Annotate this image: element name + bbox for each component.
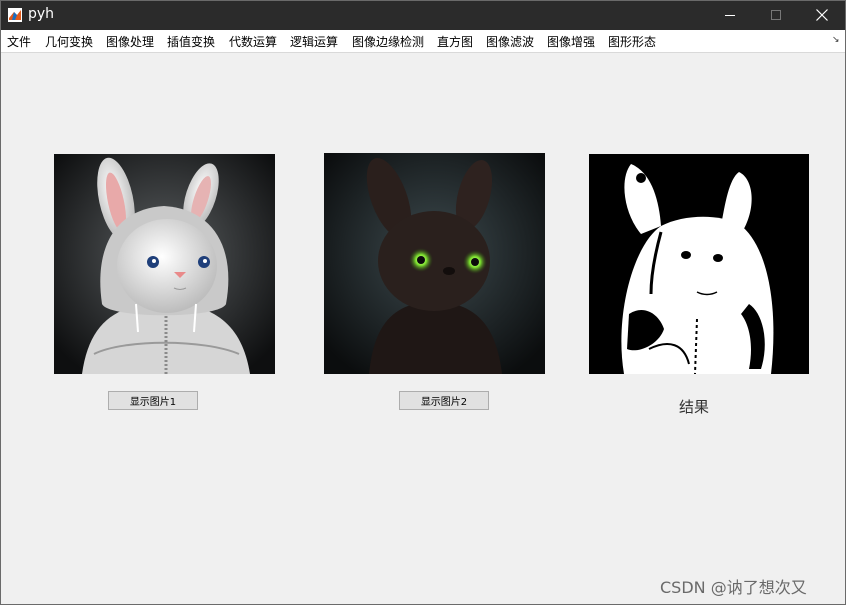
result-label: 结果 (678, 398, 709, 416)
minimize-button[interactable] (707, 0, 753, 30)
matlab-app-icon (8, 8, 22, 22)
menu-edge-detect[interactable]: 图像边缘检测 (352, 33, 424, 50)
show-image2-button[interactable]: 显示图片2 (399, 391, 489, 410)
menu-file[interactable]: 文件 (7, 33, 31, 50)
window-title: pyh (28, 6, 55, 22)
minimize-icon (724, 14, 735, 16)
binary-result-image (589, 154, 809, 374)
app-window: pyh 文件 几何变换 图像处理 插值变换 代数运算 逻辑运算 图像边缘检测 直… (0, 0, 846, 605)
close-icon (816, 9, 828, 21)
menu-image-process[interactable]: 图像处理 (106, 33, 154, 50)
maximize-icon (770, 9, 781, 20)
menu-algebra[interactable]: 代数运算 (229, 33, 277, 50)
dark-bunny-image (324, 153, 545, 374)
maximize-button[interactable] (753, 0, 799, 30)
menu-morphology[interactable]: 图形形态 (608, 33, 656, 50)
white-bunny-image (54, 154, 275, 374)
close-button[interactable] (799, 0, 845, 30)
watermark-text: CSDN @讷了想次又 (660, 578, 807, 597)
menu-bar: 文件 几何变换 图像处理 插值变换 代数运算 逻辑运算 图像边缘检测 直方图 图… (0, 30, 846, 53)
show-image1-button[interactable]: 显示图片1 (108, 391, 198, 410)
menu-enhance[interactable]: 图像增强 (547, 33, 595, 50)
image1-axes (54, 154, 275, 374)
menu-interpolation[interactable]: 插值变换 (167, 33, 215, 50)
menu-histogram[interactable]: 直方图 (437, 33, 473, 50)
title-bar[interactable]: pyh (0, 0, 846, 30)
menu-logic[interactable]: 逻辑运算 (290, 33, 338, 50)
menu-filter[interactable]: 图像滤波 (486, 33, 534, 50)
image2-axes (324, 153, 545, 374)
result-axes (589, 154, 809, 374)
menu-geometric[interactable]: 几何变换 (45, 33, 93, 50)
menu-overflow-icon[interactable]: ↘ (832, 35, 840, 45)
